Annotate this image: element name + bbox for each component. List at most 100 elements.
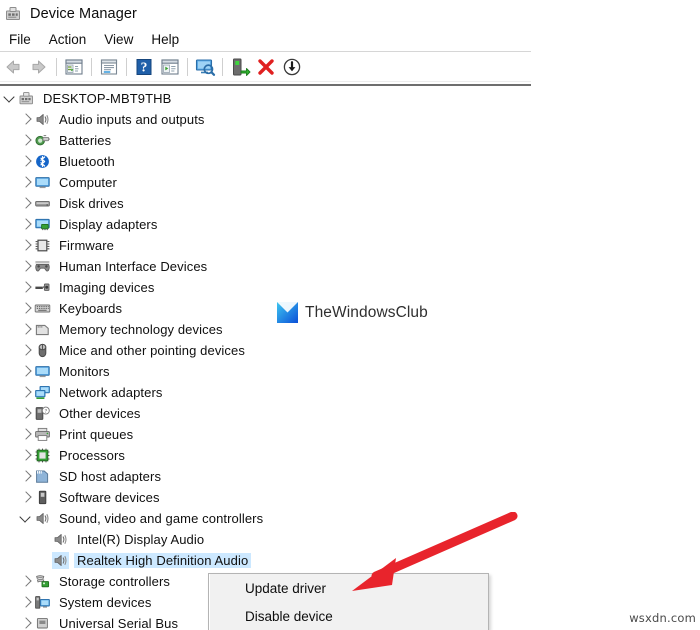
monitor-icon — [34, 363, 51, 380]
tree-item-software-devices[interactable]: Software devices — [0, 487, 531, 508]
tree-item-monitors[interactable]: Monitors — [0, 361, 531, 382]
tree-item-label: Audio inputs and outputs — [59, 112, 205, 127]
tree-item-batteries[interactable]: Batteries — [0, 130, 531, 151]
chevron-right-icon[interactable] — [18, 109, 34, 130]
title-bar: Device Manager — [0, 0, 531, 27]
tree-item-processors[interactable]: Processors — [0, 445, 531, 466]
tree-item-disk-drives[interactable]: Disk drives — [0, 193, 531, 214]
enable-device-icon[interactable] — [228, 55, 252, 79]
chevron-right-icon[interactable] — [18, 382, 34, 403]
chevron-down-icon[interactable] — [18, 508, 34, 529]
forward-arrow-icon[interactable] — [27, 55, 51, 79]
watermark: TheWindowsClub — [277, 302, 428, 323]
chevron-right-icon[interactable] — [18, 277, 34, 298]
tree-item-label: Display adapters — [59, 217, 158, 232]
chevron-right-icon[interactable] — [18, 130, 34, 151]
tree-item-label: Intel(R) Display Audio — [77, 532, 205, 547]
scan-for-hardware-changes-icon[interactable] — [158, 55, 182, 79]
update-driver-icon[interactable] — [193, 55, 217, 79]
tree-item-keyboards[interactable]: Keyboards — [0, 298, 531, 319]
context-menu-gutter — [209, 574, 210, 630]
keyboard-icon — [34, 300, 51, 317]
menu-bar: File Action View Help — [0, 27, 531, 51]
chevron-right-icon[interactable] — [18, 403, 34, 424]
chevron-right-icon[interactable] — [18, 466, 34, 487]
tree-item-intel-display-audio[interactable]: Intel(R) Display Audio — [0, 529, 531, 550]
tree-item-label: Sound, video and game controllers — [59, 511, 264, 526]
toolbar-separator — [187, 57, 188, 76]
tree-item-network-adapters[interactable]: Network adapters — [0, 382, 531, 403]
chevron-right-icon[interactable] — [18, 256, 34, 277]
chevron-right-icon[interactable] — [18, 340, 34, 361]
ctx-update-driver[interactable]: Update driver — [209, 574, 488, 602]
chevron-right-icon[interactable] — [18, 235, 34, 256]
ctx-disable-device[interactable]: Disable device — [209, 602, 488, 630]
tree-item-computer[interactable]: Computer — [0, 172, 531, 193]
help-icon[interactable]: ? — [132, 55, 156, 79]
menu-help[interactable]: Help — [142, 30, 188, 49]
tree-item-label: Network adapters — [59, 385, 163, 400]
chevron-right-icon[interactable] — [18, 193, 34, 214]
tree-item-bluetooth[interactable]: Bluetooth — [0, 151, 531, 172]
tree-item-realtek-high-definition-audio[interactable]: Realtek High Definition Audio — [0, 550, 531, 571]
thewindowsclub-logo-icon — [277, 302, 298, 323]
tree-item-sound-video-and-game-controllers[interactable]: Sound, video and game controllers — [0, 508, 531, 529]
chevron-right-icon[interactable] — [18, 298, 34, 319]
chevron-right-icon[interactable] — [18, 151, 34, 172]
tree-item-other-devices[interactable]: ? Other devices — [0, 403, 531, 424]
toolbar-bottom-line — [0, 81, 531, 82]
uninstall-device-icon[interactable] — [254, 55, 278, 79]
tree-item-imaging-devices[interactable]: Imaging devices — [0, 277, 531, 298]
tree-item-label: Realtek High Definition Audio — [74, 553, 252, 568]
back-arrow-icon[interactable] — [1, 55, 25, 79]
chevron-right-icon[interactable] — [18, 214, 34, 235]
tree-item-label: Universal Serial Bus — [59, 616, 179, 630]
speaker-icon — [34, 510, 51, 527]
tree-item-memory-technology-devices[interactable]: Memory technology devices — [0, 319, 531, 340]
tree-item-human-interface-devices[interactable]: Human Interface Devices — [0, 256, 531, 277]
tree-item-print-queues[interactable]: Print queues — [0, 424, 531, 445]
tree-item-display-adapters[interactable]: Display adapters — [0, 214, 531, 235]
tree-item-mice-and-other-pointing-devices[interactable]: Mice and other pointing devices — [0, 340, 531, 361]
tree-item-label: Storage controllers — [59, 574, 171, 589]
chevron-right-icon[interactable] — [18, 319, 34, 340]
unknown-device-icon: ? — [34, 405, 51, 422]
computer-root-icon — [18, 90, 35, 107]
tree-item-label: Firmware — [59, 238, 114, 253]
chevron-right-icon[interactable] — [18, 613, 34, 630]
disable-device-icon[interactable] — [280, 55, 304, 79]
printer-icon — [34, 426, 51, 443]
tree-item-label: Monitors — [59, 364, 110, 379]
tool-bar: ? — [0, 52, 531, 81]
tree-item-firmware[interactable]: Firmware — [0, 235, 531, 256]
menu-action[interactable]: Action — [40, 30, 96, 49]
toolbar-separator — [91, 57, 92, 76]
tree-item-label: Batteries — [59, 133, 112, 148]
device-manager-window: Device Manager File Action View Help ? D… — [0, 0, 531, 630]
speaker-icon — [34, 111, 51, 128]
menu-file[interactable]: File — [0, 30, 40, 49]
tree-item-sd-host-adapters[interactable]: SD host adapters — [0, 466, 531, 487]
chevron-down-icon[interactable] — [2, 88, 18, 109]
chevron-right-icon[interactable] — [18, 592, 34, 613]
chevron-right-icon[interactable] — [18, 424, 34, 445]
monitor-icon — [34, 174, 51, 191]
device-tree[interactable]: DESKTOP-MBT9THB Audio inputs and outputs — [0, 88, 531, 630]
chevron-right-icon[interactable] — [18, 172, 34, 193]
chevron-right-icon[interactable] — [18, 445, 34, 466]
toolbar-separator — [222, 57, 223, 76]
tree-item-audio-inputs-and-outputs[interactable]: Audio inputs and outputs — [0, 109, 531, 130]
tree-root-node[interactable]: DESKTOP-MBT9THB — [0, 88, 531, 109]
page-credit: wsxdn.com — [629, 611, 696, 625]
tree-item-label: Memory technology devices — [59, 322, 223, 337]
chevron-right-icon[interactable] — [18, 487, 34, 508]
processor-icon — [34, 447, 51, 464]
menu-view[interactable]: View — [95, 30, 142, 49]
tree-item-label: Bluetooth — [59, 154, 115, 169]
chevron-right-icon[interactable] — [18, 571, 34, 592]
properties-icon[interactable] — [97, 55, 121, 79]
chevron-right-icon[interactable] — [18, 361, 34, 382]
show-hide-console-tree-icon[interactable] — [62, 55, 86, 79]
context-menu[interactable]: Update driver Disable device — [208, 573, 489, 630]
usb-icon — [34, 615, 51, 630]
